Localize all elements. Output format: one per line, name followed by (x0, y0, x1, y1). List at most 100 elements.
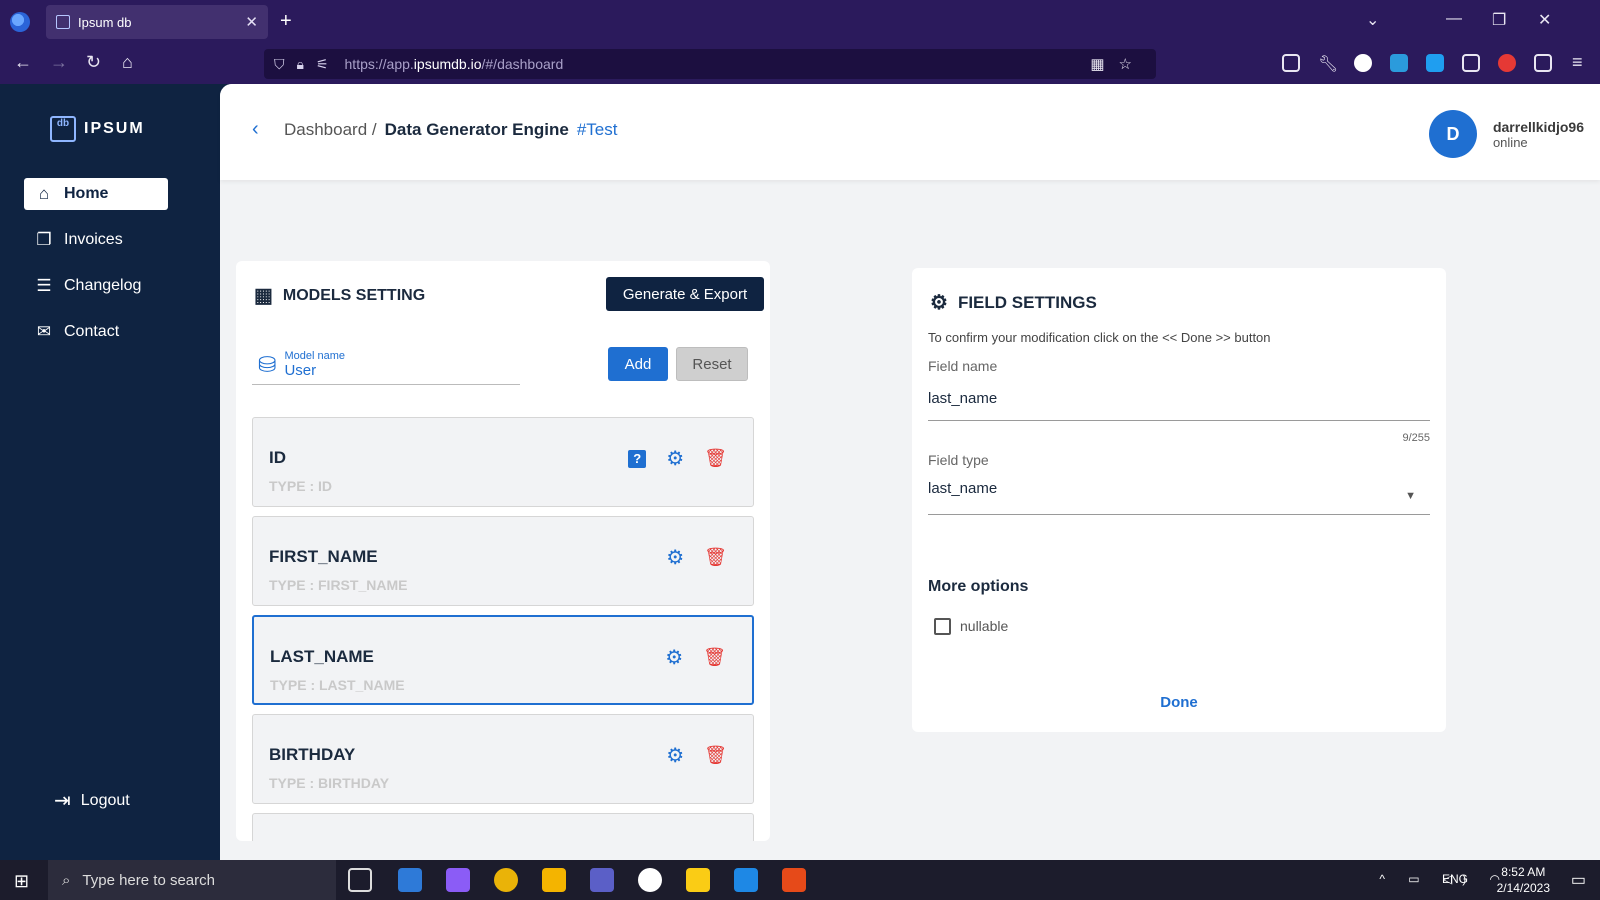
vscode-icon[interactable] (734, 868, 758, 892)
chevron-down-icon[interactable]: ▼ (1405, 490, 1416, 502)
taskbar: ⊞ ⌕ Type here to search ^ ▭ ◁) ◠ ENG 8:5… (0, 860, 1600, 900)
delete-icon[interactable]: 🗑︎ (704, 547, 727, 568)
notification-icon[interactable]: ▭ (1571, 870, 1586, 890)
extension-red-icon[interactable] (1498, 54, 1516, 72)
help-icon[interactable]: ? (628, 449, 647, 468)
sidebar-item-home[interactable]: ⌂ Home (24, 178, 168, 210)
avatar[interactable]: D (1428, 110, 1477, 158)
teams-icon[interactable] (590, 868, 614, 892)
field-settings-title-text: FIELD SETTINGS (957, 292, 1097, 312)
minimize-icon[interactable]: — (1446, 10, 1462, 28)
back-chevron-icon[interactable]: ‹ (252, 118, 259, 141)
gear-icon[interactable]: ⚙ (665, 645, 683, 670)
home-icon: ⌂ (38, 184, 50, 203)
field-type: TYPE : ID (269, 478, 333, 494)
breadcrumb-root[interactable]: Dashboard / (284, 120, 377, 140)
settings-hint: To confirm your modification click on th… (928, 330, 1271, 345)
field-card-partial[interactable] (252, 813, 754, 841)
breadcrumb-tag: #Test (576, 120, 618, 139)
bookmark-star-icon[interactable]: ▦☆ (1090, 55, 1146, 73)
models-title-text: MODELS SETTING (282, 286, 426, 304)
models-setting-title: ▦ MODELS SETTING (254, 283, 425, 308)
field-card-id[interactable]: ID TYPE : ID ? ⚙ 🗑︎ (252, 417, 754, 507)
tab-close-icon[interactable]: ✕ (245, 13, 258, 31)
tab-list-chevron-icon[interactable]: ⌄ (1366, 10, 1379, 30)
field-card-birthday[interactable]: BIRTHDAY TYPE : BIRTHDAY ⚙ 🗑︎ (252, 714, 754, 804)
field-name-input[interactable]: last_name (928, 390, 997, 407)
forward-icon[interactable]: → (50, 52, 68, 73)
windows-start-icon[interactable]: ⊞ (14, 871, 29, 892)
extension-badge-icon[interactable] (1426, 54, 1444, 72)
extensions-puzzle-icon[interactable] (1534, 54, 1552, 72)
field-card-first-name[interactable]: FIRST_NAME TYPE : FIRST_NAME ⚙ 🗑︎ (252, 516, 754, 606)
close-window-icon[interactable]: ✕ (1538, 10, 1551, 30)
sidebar-item-invoices[interactable]: ❐ Invoices (24, 224, 168, 256)
sticky-notes-icon[interactable] (686, 868, 710, 892)
field-name: FIRST_NAME (269, 547, 378, 566)
field-type: TYPE : BIRTHDAY (269, 775, 390, 791)
invoices-icon: ❐ (36, 230, 52, 249)
sidebar: db IPSUM ⌂ Home ❐ Invoices ☰ Changelog ✉… (0, 84, 220, 860)
add-button[interactable]: Add (608, 347, 668, 381)
firefox-icon[interactable] (10, 12, 30, 32)
reset-button[interactable]: Reset (676, 347, 748, 381)
gear-icon: ⚙ (930, 292, 948, 314)
mail-icon: ✉ (36, 322, 52, 341)
nullable-checkbox[interactable] (934, 618, 951, 635)
home-browser-icon[interactable]: ⌂ (122, 52, 133, 73)
brand-name: IPSUM (84, 120, 145, 137)
browser-tab[interactable]: Ipsum db ✕ (46, 5, 268, 39)
browser-tab-bar: Ipsum db ✕ + ⌄ — ❐ ✕ (0, 0, 1600, 44)
delete-icon[interactable]: 🗑︎ (704, 745, 727, 766)
gear-icon[interactable]: ⚙ (666, 545, 684, 570)
done-button[interactable]: Done (912, 694, 1446, 711)
extension-grid-icon[interactable] (1462, 54, 1480, 72)
char-counter: 9/255 (1402, 432, 1430, 444)
task-view-icon[interactable] (348, 868, 372, 892)
extension-l-icon[interactable] (1354, 54, 1372, 72)
sidebar-item-label: Contact (64, 323, 120, 340)
chrome-taskbar-icon[interactable] (494, 868, 518, 892)
extension-plane-icon[interactable] (1390, 54, 1408, 72)
wrench-icon[interactable]: 🔧︎ (1318, 54, 1338, 73)
url-text: https://app.ipsumdb.io/#/dashboard (344, 56, 564, 72)
gear-icon[interactable]: ⚙ (666, 446, 684, 471)
field-name: LAST_NAME (270, 647, 374, 666)
field-settings-card: ⚙ FIELD SETTINGS To confirm your modific… (912, 268, 1446, 732)
field-type-select[interactable]: last_name (928, 480, 997, 497)
model-name-input[interactable] (284, 361, 485, 379)
pocket-icon[interactable] (1282, 54, 1300, 72)
brand[interactable]: db IPSUM (50, 116, 145, 142)
sidebar-item-label: Changelog (64, 277, 142, 294)
delete-icon[interactable]: 🗑︎ (703, 647, 726, 668)
delete-icon[interactable]: 🗑︎ (704, 448, 727, 469)
logout-icon: ⇥ (54, 790, 71, 812)
firefox-taskbar-icon[interactable] (398, 868, 422, 892)
app-red-icon[interactable] (782, 868, 806, 892)
new-tab-button[interactable]: + (280, 10, 292, 33)
language-indicator[interactable]: ENG (1442, 872, 1468, 886)
more-options-heading: More options (928, 578, 1029, 595)
back-icon[interactable]: ← (14, 52, 32, 73)
model-name-field[interactable]: ⛁ Model name (252, 345, 520, 385)
models-setting-card: ▦ MODELS SETTING Generate & Export ⛁ Mod… (236, 261, 770, 841)
tab-title: Ipsum db (78, 14, 132, 30)
gear-icon[interactable]: ⚙ (666, 743, 684, 768)
logout-button[interactable]: ⇥ Logout (54, 788, 130, 813)
restore-icon[interactable]: ❐ (1492, 10, 1506, 30)
generate-export-button[interactable]: Generate & Export (606, 277, 764, 311)
taskbar-search[interactable]: ⌕ Type here to search (48, 860, 336, 900)
reload-icon[interactable]: ↻ (86, 52, 101, 73)
file-explorer-icon[interactable] (542, 868, 566, 892)
sidebar-item-label: Invoices (64, 231, 123, 248)
field-card-last-name[interactable]: LAST_NAME TYPE : LAST_NAME ⚙ 🗑︎ (252, 615, 754, 705)
app-circle-icon[interactable] (638, 868, 662, 892)
breadcrumb: Dashboard / Data Generator Engine #Test (284, 120, 617, 140)
clock[interactable]: 8:52 AM 2/14/2023 (1497, 864, 1550, 896)
sidebar-item-contact[interactable]: ✉ Contact (24, 316, 168, 348)
sidebar-item-changelog[interactable]: ☰ Changelog (24, 270, 168, 302)
user-info[interactable]: D darrellkidjo96 online (1428, 110, 1584, 158)
app-taskbar-icon[interactable] (446, 868, 470, 892)
address-bar[interactable]: ⛉ 🔒︎ ⚟ https://app.ipsumdb.io/#/dashboar… (264, 49, 1156, 79)
menu-icon[interactable]: ≡ (1572, 52, 1583, 73)
